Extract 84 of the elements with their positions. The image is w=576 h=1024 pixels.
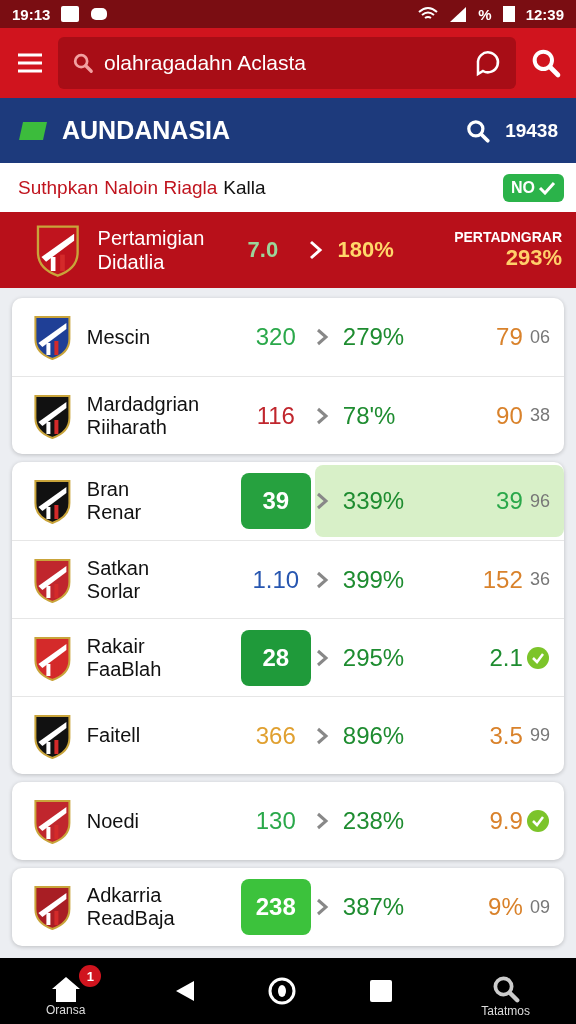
- team-name: Noedi: [86, 809, 141, 833]
- recents-button[interactable]: [368, 979, 393, 1003]
- extra-value: 09: [529, 896, 550, 918]
- chevron-icon: [314, 491, 329, 511]
- status-time: 12:39: [525, 5, 564, 23]
- search-icon: [490, 974, 521, 1004]
- count-text: 19438: [505, 119, 558, 142]
- score-badge: 238: [240, 879, 311, 935]
- extra-value: 99: [529, 725, 550, 746]
- stat-value: 152: [481, 565, 523, 594]
- team-name: Mardadgrian Riiharath: [86, 392, 201, 439]
- search-icon: [72, 52, 94, 74]
- score-badge: 28: [240, 629, 311, 686]
- stat-value: 9.9: [488, 807, 523, 835]
- stat-value: 39: [495, 487, 523, 515]
- crest-icon: [32, 477, 73, 525]
- chevron-icon: [307, 239, 324, 261]
- battery-icon: [501, 5, 516, 23]
- extra-value: 38: [529, 405, 550, 426]
- chevron-icon: [314, 647, 329, 668]
- search-bar[interactable]: olahragadahn Aclasta: [58, 37, 516, 89]
- percent-value: 896%: [342, 721, 406, 750]
- team-name: Mescin: [86, 325, 152, 349]
- team-name: Bran Renar: [86, 478, 143, 524]
- status-badge: NO: [503, 173, 564, 202]
- stat-value: 9%: [487, 893, 523, 921]
- percent-value: 238%: [342, 807, 406, 835]
- search-icon: [530, 47, 562, 79]
- crest-icon: [32, 883, 73, 931]
- team-name: Adkarria ReadBaja: [86, 884, 176, 930]
- crest-icon: [32, 313, 73, 361]
- search-icon: [465, 117, 492, 144]
- team-name: Rakair FaaBlah: [86, 634, 163, 681]
- percent-value: 279%: [342, 323, 406, 351]
- home-button[interactable]: [268, 977, 297, 1005]
- filter-text: Kalla: [223, 176, 266, 199]
- stat-value: 79: [495, 323, 523, 351]
- signal-icon: [448, 6, 469, 22]
- check-icon: [526, 645, 550, 670]
- score-badge: 39: [240, 473, 311, 529]
- score-value: 7.0: [247, 237, 280, 263]
- score-value: 320: [254, 322, 297, 352]
- chevron-icon: [314, 811, 329, 831]
- filter-text: Naloin Riagla: [104, 176, 218, 199]
- score-value: 130: [254, 806, 297, 836]
- filter-text: Suthpkan: [18, 176, 99, 199]
- app-title: AUNDANASIA: [62, 116, 232, 145]
- team-name: Pertamigian Didatlia: [97, 226, 206, 274]
- search-tab[interactable]: Tatatmos: [465, 964, 546, 1018]
- stat-value: 2.1: [488, 643, 523, 672]
- score-value: 1.10: [251, 564, 301, 595]
- extra-value: 96: [529, 490, 550, 512]
- score-value: 116: [255, 400, 296, 431]
- stat-value: 3.5: [488, 721, 523, 750]
- search-button[interactable]: [465, 117, 492, 144]
- chevron-icon: [314, 405, 329, 426]
- search-button[interactable]: [530, 47, 562, 79]
- chevron-icon: [314, 725, 329, 746]
- stat-value: 90: [495, 401, 523, 430]
- extra-value: 06: [529, 326, 550, 348]
- stat-label: PERTADNGRAR: [454, 229, 562, 245]
- percent-value: 387%: [342, 893, 406, 921]
- menu-button[interactable]: [16, 52, 44, 74]
- chevron-icon: [314, 897, 329, 917]
- percent-value: 295%: [342, 643, 406, 672]
- chevron-icon: [314, 327, 329, 347]
- notification-badge: 1: [79, 965, 102, 987]
- battery-text: %: [478, 5, 492, 23]
- status-time: 19:13: [12, 5, 51, 23]
- logo-icon: [18, 120, 48, 141]
- percent-value: 339%: [342, 487, 406, 515]
- chevron-icon: [314, 569, 329, 590]
- home-tab[interactable]: 1 Oransa: [30, 965, 102, 1017]
- wifi-icon: [418, 6, 439, 22]
- score-value: 366: [254, 720, 297, 751]
- team-name: Faitell: [86, 724, 142, 747]
- team-name: Satkan Sorlar: [86, 556, 151, 603]
- percent-value: 180%: [337, 237, 394, 263]
- percent-value: 399%: [342, 565, 406, 594]
- check-icon: [526, 809, 550, 833]
- percent-value: 78'%: [342, 401, 397, 430]
- extra-value: 36: [529, 569, 550, 590]
- stat-value: 293%: [505, 245, 562, 271]
- crest-icon: [32, 797, 73, 845]
